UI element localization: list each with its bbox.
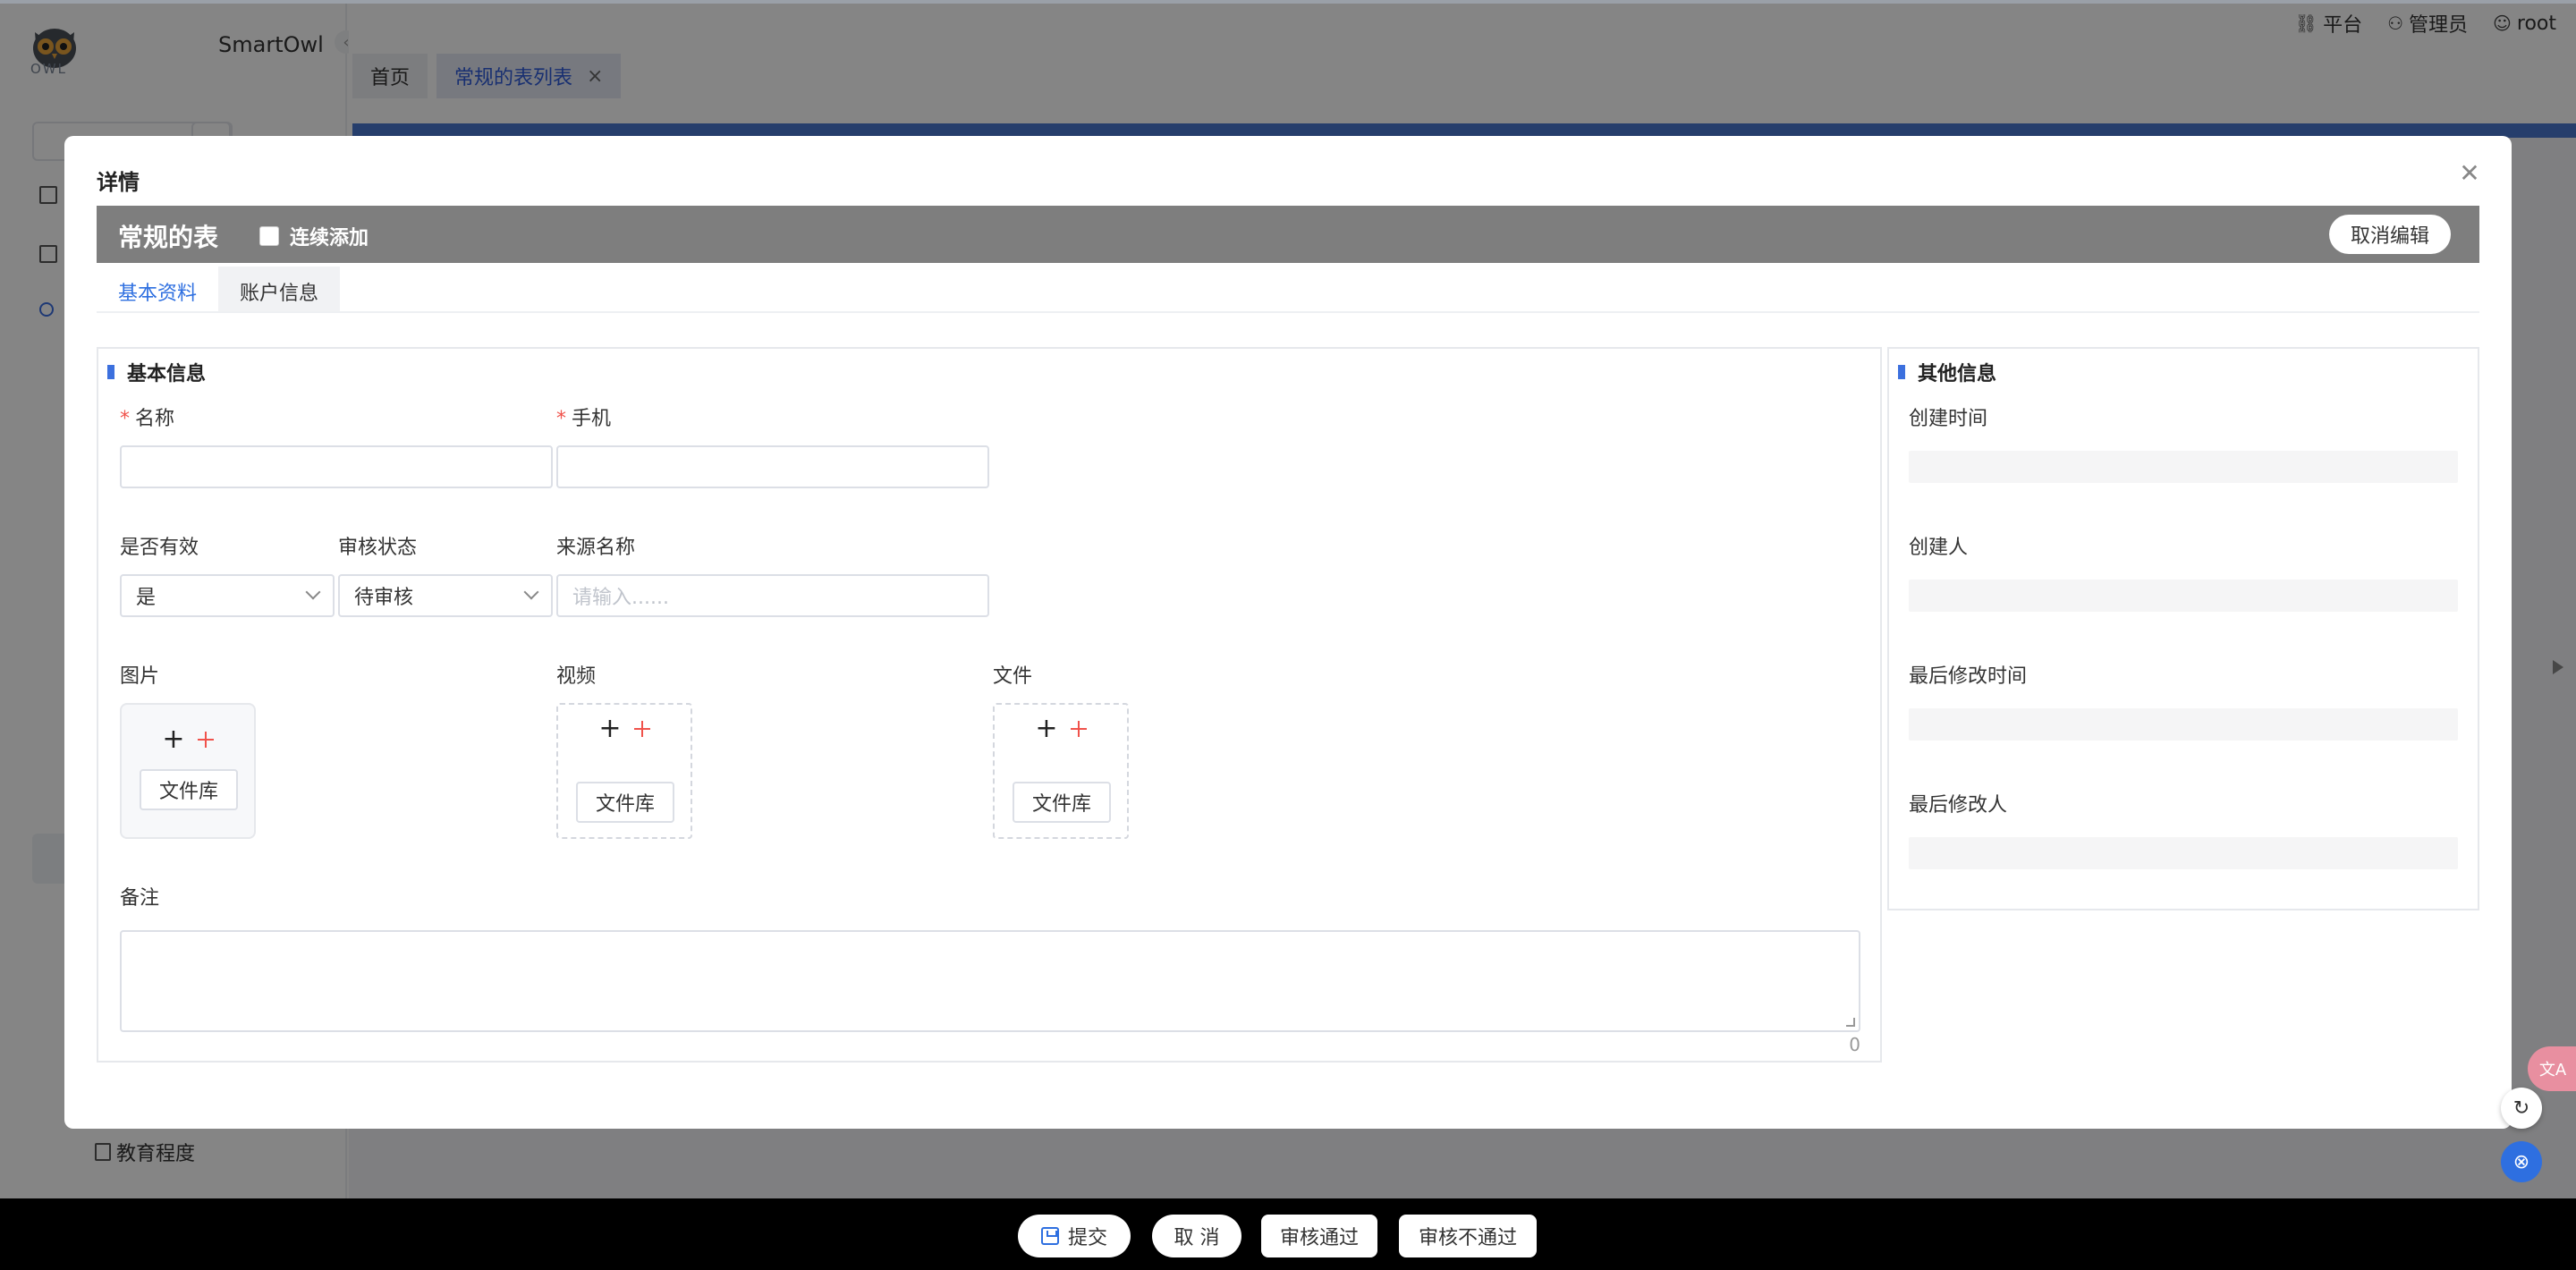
detail-modal: 详情 ✕ 常规的表 连续添加 取消编辑 基本资料 账户信息 基本信息 * 名称 *… [64, 136, 2512, 1129]
image-label: 图片 [120, 665, 160, 688]
footer-action-bar: 提交 取 消 审核通过 审核不通过 [0, 1198, 2576, 1270]
file-upload[interactable]: + 文件库 [993, 703, 1129, 839]
form-tabs: 基本资料 账户信息 [97, 267, 2479, 313]
window-top-border [0, 0, 2576, 4]
label-text: 手机 [572, 408, 612, 430]
file-library-button[interactable]: 文件库 [576, 782, 674, 823]
checkbox-box[interactable] [259, 226, 279, 246]
required-mark: * [120, 408, 130, 430]
modifier-label: 最后修改人 [1909, 794, 2008, 817]
button-label: 提交 [1067, 1227, 1107, 1249]
file-library-button[interactable]: 文件库 [1013, 782, 1111, 823]
valid-label: 是否有效 [120, 537, 199, 559]
close-icon[interactable]: ✕ [2454, 157, 2485, 188]
cancel-button[interactable]: 取 消 [1152, 1215, 1241, 1257]
refresh-icon[interactable]: ↻ [2501, 1088, 2542, 1129]
section-marker [1898, 365, 1905, 379]
close-circle-icon[interactable]: ⊗ [2501, 1141, 2542, 1182]
save-icon [1040, 1227, 1059, 1245]
move-icon[interactable] [633, 721, 650, 737]
name-input[interactable] [120, 445, 553, 488]
created-time-label: 创建时间 [1909, 408, 1988, 430]
source-label: 来源名称 [556, 537, 636, 559]
section-title: 基本信息 [107, 358, 206, 386]
plus-icon[interactable]: + [162, 726, 184, 753]
chevron-down-icon [305, 584, 321, 600]
remark-label: 备注 [120, 887, 160, 910]
modified-time-label: 最后修改时间 [1909, 665, 2028, 688]
tab-basic-info[interactable]: 基本资料 [97, 267, 218, 311]
char-counter: 0 [1849, 1034, 1860, 1055]
created-time-field [1909, 451, 2458, 483]
file-library-button[interactable]: 文件库 [140, 769, 238, 810]
chevron-down-icon [523, 584, 539, 600]
valid-select[interactable]: 是 [120, 574, 335, 617]
file-label: 文件 [993, 665, 1033, 688]
source-input[interactable]: 请输入...... [556, 574, 989, 617]
resize-handle-icon[interactable] [1846, 1018, 1855, 1027]
approve-button[interactable]: 审核通过 [1261, 1215, 1377, 1257]
name-label: * 名称 [120, 402, 174, 431]
section-title: 其他信息 [1898, 358, 1996, 386]
select-value: 是 [136, 587, 157, 609]
video-upload[interactable]: + 文件库 [556, 703, 692, 839]
move-icon[interactable] [197, 732, 214, 748]
video-label: 视频 [556, 665, 597, 688]
label-text: 名称 [135, 408, 175, 430]
plus-icon[interactable]: + [598, 715, 621, 742]
reject-button[interactable]: 审核不通过 [1399, 1215, 1537, 1257]
submit-button[interactable]: 提交 [1018, 1215, 1131, 1257]
required-mark: * [556, 408, 566, 430]
checkbox-label: 连续添加 [290, 227, 369, 250]
translate-icon[interactable]: 文A [2528, 1046, 2576, 1091]
image-upload[interactable]: + 文件库 [120, 703, 256, 839]
basic-info-panel: 基本信息 * 名称 * 手机 是否有效 是 审核状态 待审核 来源名称 请输入...… [97, 347, 1882, 1063]
modified-time-field [1909, 708, 2458, 741]
plus-icon[interactable]: + [1035, 715, 1057, 742]
continuous-add-checkbox[interactable]: 连续添加 [259, 222, 369, 250]
other-info-panel: 其他信息 创建时间 创建人 最后修改时间 最后修改人 [1887, 347, 2479, 910]
audit-select[interactable]: 待审核 [338, 574, 553, 617]
tab-account-info[interactable]: 账户信息 [218, 267, 341, 311]
section-marker [107, 365, 114, 379]
remark-textarea[interactable] [120, 930, 1860, 1032]
input-placeholder: 请输入...... [572, 587, 669, 609]
phone-input[interactable] [556, 445, 989, 488]
phone-label: * 手机 [556, 402, 611, 431]
select-value: 待审核 [354, 587, 414, 609]
audit-label: 审核状态 [338, 537, 418, 559]
form-title: 常规的表 [118, 223, 219, 252]
modal-title: 详情 [97, 170, 140, 195]
form-header: 常规的表 连续添加 取消编辑 [97, 206, 2479, 263]
section-title-text: 基本信息 [127, 363, 207, 385]
modifier-field [1909, 837, 2458, 869]
creator-label: 创建人 [1909, 537, 1969, 559]
creator-field [1909, 580, 2458, 612]
section-title-text: 其他信息 [1918, 363, 1997, 385]
cancel-edit-button[interactable]: 取消编辑 [2328, 215, 2451, 254]
move-icon[interactable] [1070, 721, 1087, 737]
